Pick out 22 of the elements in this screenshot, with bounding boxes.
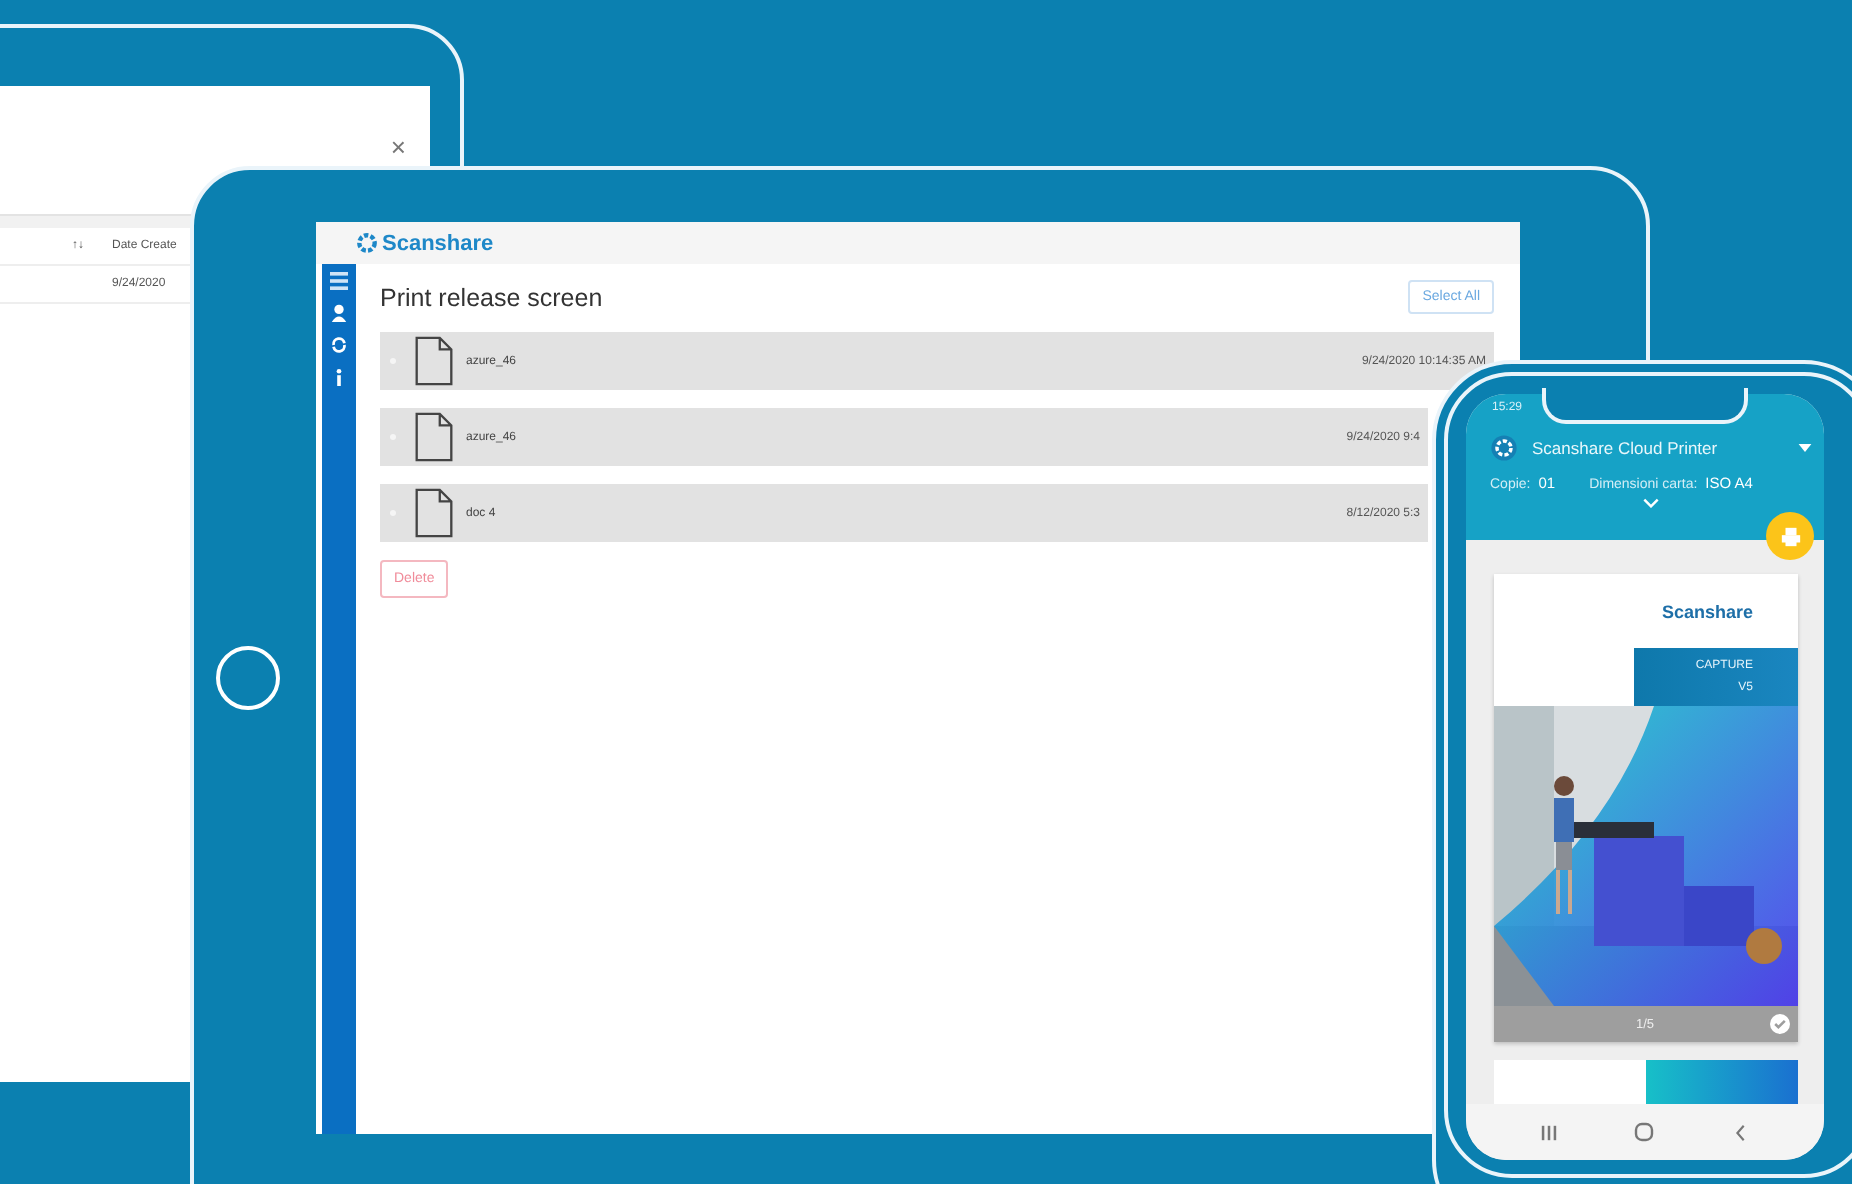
- home-button[interactable]: [216, 646, 280, 710]
- chevron-down-icon: [1642, 498, 1660, 508]
- back-icon: [1731, 1123, 1750, 1141]
- check-icon[interactable]: [1769, 1014, 1789, 1034]
- sync-icon: [330, 336, 348, 354]
- brochure-logo: Scanshare: [1661, 601, 1753, 621]
- printer-icon: [1779, 525, 1801, 547]
- page-title: Print release screen: [380, 283, 603, 311]
- logo-icon: [356, 232, 378, 254]
- recent-apps-icon: [1540, 1123, 1559, 1141]
- home-icon: [1634, 1122, 1655, 1142]
- app-title: Scanshare Cloud Printer: [1532, 438, 1720, 458]
- page-preview[interactable]: [1493, 1060, 1797, 1104]
- document-icon: [414, 412, 454, 462]
- logo-text: Scanshare: [382, 231, 494, 255]
- close-button[interactable]: ×: [390, 134, 406, 162]
- document-icon: [414, 488, 454, 538]
- menu-icon: [330, 272, 348, 290]
- user-icon: [330, 304, 348, 322]
- dropdown-icon: [1798, 444, 1812, 452]
- logo-icon: [1490, 434, 1518, 462]
- document-icon: [414, 336, 454, 386]
